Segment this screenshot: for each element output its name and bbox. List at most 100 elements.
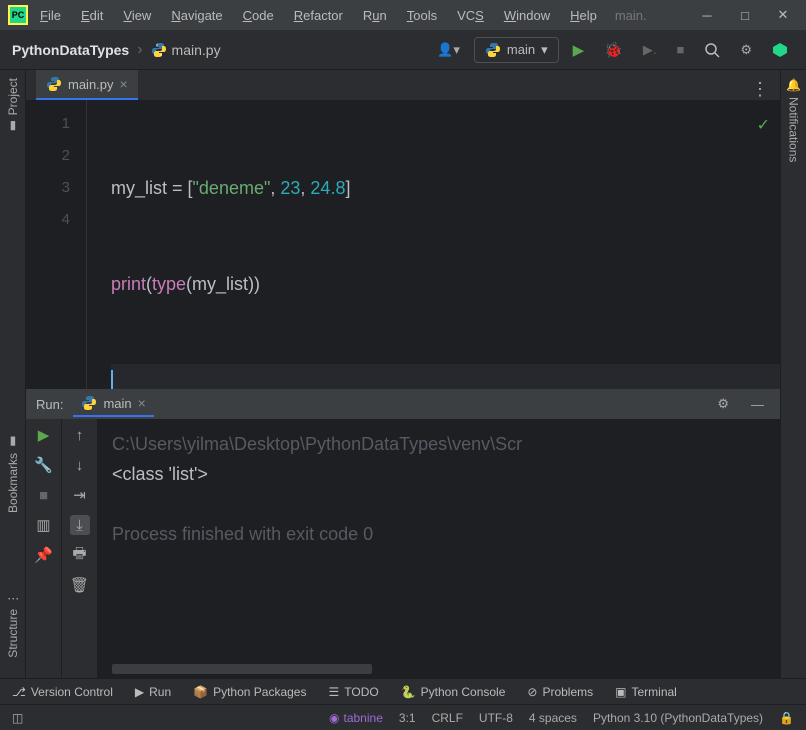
warning-icon: ⊘ [527, 685, 537, 699]
status-bar: ◫ ◉tabnine 3:1 CRLF UTF-8 4 spaces Pytho… [0, 704, 806, 730]
run-left-toolbar: ▶ 🔧 ■ ▥ 📌 [26, 419, 62, 678]
line-number: 4 [26, 204, 70, 236]
menu-tools[interactable]: Tools [399, 4, 445, 27]
file-encoding[interactable]: UTF-8 [479, 711, 513, 725]
run-coverage-button[interactable]: ▶. [637, 38, 663, 62]
print-icon[interactable]: 🖶 [70, 545, 90, 565]
menu-edit[interactable]: Edit [73, 4, 111, 27]
python-console-button[interactable]: 🐍Python Console [401, 685, 506, 699]
problems-button[interactable]: ⊘Problems [527, 685, 593, 699]
console-exit: Process finished with exit code 0 [112, 519, 766, 549]
code-with-me-icon[interactable] [766, 38, 794, 62]
search-icon[interactable] [698, 38, 726, 62]
structure-tool-button[interactable]: Structure ⋮ [6, 593, 20, 658]
tabnine-status[interactable]: ◉tabnine [329, 711, 383, 725]
tab-close-icon[interactable]: × [120, 76, 128, 92]
project-label: Project [6, 78, 20, 115]
editor-tab-main[interactable]: main.py × [36, 70, 138, 100]
caret-position[interactable]: 3:1 [399, 711, 416, 725]
code-area[interactable]: my_list = ["deneme", 23, 24.8] print(typ… [86, 100, 780, 389]
wrench-icon[interactable]: 🔧 [34, 455, 54, 475]
scroll-to-end-icon[interactable]: ⤓ [70, 515, 90, 535]
left-tool-rail: ▮ Project Bookmarks ▮ Structure ⋮ [0, 70, 26, 678]
line-number: 1 [26, 108, 70, 140]
bookmark-icon: ▮ [6, 435, 20, 449]
run-button[interactable]: ▶ [567, 37, 591, 63]
menu-code[interactable]: Code [235, 4, 282, 27]
run-tool-button[interactable]: ▶Run [135, 685, 171, 699]
breadcrumb-separator: › [137, 41, 142, 59]
user-icon[interactable]: 👤▾ [431, 38, 466, 62]
up-arrow-icon[interactable]: ↑ [70, 425, 90, 445]
menu-file[interactable]: File [32, 4, 69, 27]
menu-help[interactable]: Help [562, 4, 605, 27]
todo-button[interactable]: ☰TODO [328, 685, 378, 699]
line-number: 2 [26, 140, 70, 172]
soft-wrap-icon[interactable]: ⇥ [70, 485, 90, 505]
python-icon: 🐍 [401, 685, 416, 699]
console-path: C:\Users\yilma\Desktop\PythonDataTypes\v… [112, 429, 766, 459]
bottom-tool-bar: ⎇Version Control ▶Run 📦Python Packages ☰… [0, 678, 806, 704]
notifications-tool-button[interactable]: 🔔 Notifications [787, 78, 801, 162]
rerun-button[interactable]: ▶ [34, 425, 54, 445]
text-cursor [111, 370, 113, 389]
menu-vcs[interactable]: VCS [449, 4, 492, 27]
debug-button[interactable]: 🐞 [598, 37, 629, 63]
inspection-ok-icon[interactable]: ✓ [757, 110, 770, 142]
title-bar: PC File Edit View Navigate Code Refactor… [0, 0, 806, 30]
tabs-more-icon[interactable]: ⋮ [751, 79, 770, 100]
stop-button[interactable]: ■ [670, 38, 690, 61]
line-number: 3 [26, 172, 70, 204]
hide-panel-icon[interactable]: — [745, 393, 770, 416]
bookmarks-label: Bookmarks [6, 453, 20, 513]
pin-icon[interactable]: 📌 [34, 545, 54, 565]
notifications-label: Notifications [787, 97, 801, 162]
bookmarks-tool-button[interactable]: Bookmarks ▮ [6, 435, 20, 513]
clear-icon[interactable]: 🗑 [70, 575, 90, 595]
interpreter[interactable]: Python 3.10 (PythonDataTypes) [593, 711, 763, 725]
breadcrumb-project[interactable]: PythonDataTypes [12, 42, 129, 58]
console-output[interactable]: C:\Users\yilma\Desktop\PythonDataTypes\v… [98, 419, 780, 678]
tool-window-quick-access-icon[interactable]: ◫ [12, 711, 23, 725]
play-icon: ▶ [135, 685, 144, 699]
maximize-button[interactable]: □ [738, 8, 752, 22]
line-separator[interactable]: CRLF [432, 711, 463, 725]
stop-icon[interactable]: ■ [34, 485, 54, 505]
close-button[interactable]: ✕ [776, 8, 790, 22]
settings-icon[interactable]: ⚙ [734, 38, 758, 62]
run-tab-close-icon[interactable]: × [138, 395, 146, 411]
structure-label: Structure [6, 609, 20, 658]
run-tab-main[interactable]: main × [73, 391, 153, 417]
horizontal-scrollbar[interactable] [112, 664, 372, 674]
breadcrumb-file-label: main.py [172, 42, 221, 58]
layout-icon[interactable]: ▥ [34, 515, 54, 535]
chevron-down-icon: ▾ [541, 42, 548, 58]
lock-icon[interactable]: 🔒 [779, 711, 794, 725]
code-editor[interactable]: 1 2 3 4 my_list = ["deneme", 23, 24.8] p… [26, 100, 780, 389]
menu-window[interactable]: Window [496, 4, 558, 27]
minimize-button[interactable]: ─ [700, 8, 714, 22]
python-file-icon [46, 76, 62, 92]
down-arrow-icon[interactable]: ↓ [70, 455, 90, 475]
breadcrumb-file[interactable]: main.py [151, 42, 221, 58]
project-tool-button[interactable]: ▮ Project [6, 78, 20, 133]
version-control-button[interactable]: ⎇Version Control [12, 685, 113, 699]
line-gutter: 1 2 3 4 [26, 100, 86, 389]
run-settings-icon[interactable]: ⚙ [711, 392, 735, 416]
terminal-button[interactable]: ▣Terminal [615, 685, 677, 699]
run-config-selector[interactable]: main ▾ [474, 37, 559, 63]
branch-icon: ⎇ [12, 685, 26, 699]
python-icon [81, 395, 97, 411]
tab-label: main.py [68, 77, 114, 92]
menu-view[interactable]: View [115, 4, 159, 27]
run-panel-title: Run: [36, 397, 63, 412]
menu-navigate[interactable]: Navigate [163, 4, 230, 27]
run-mid-toolbar: ↑ ↓ ⇥ ⤓ 🖶 🗑 [62, 419, 98, 678]
editor-tabs: main.py × ⋮ [26, 70, 780, 100]
list-icon: ☰ [328, 685, 339, 699]
indent-setting[interactable]: 4 spaces [529, 711, 577, 725]
menu-run[interactable]: Run [355, 4, 395, 27]
menu-refactor[interactable]: Refactor [286, 4, 351, 27]
tabnine-icon: ◉ [329, 711, 339, 725]
python-packages-button[interactable]: 📦Python Packages [193, 685, 306, 699]
